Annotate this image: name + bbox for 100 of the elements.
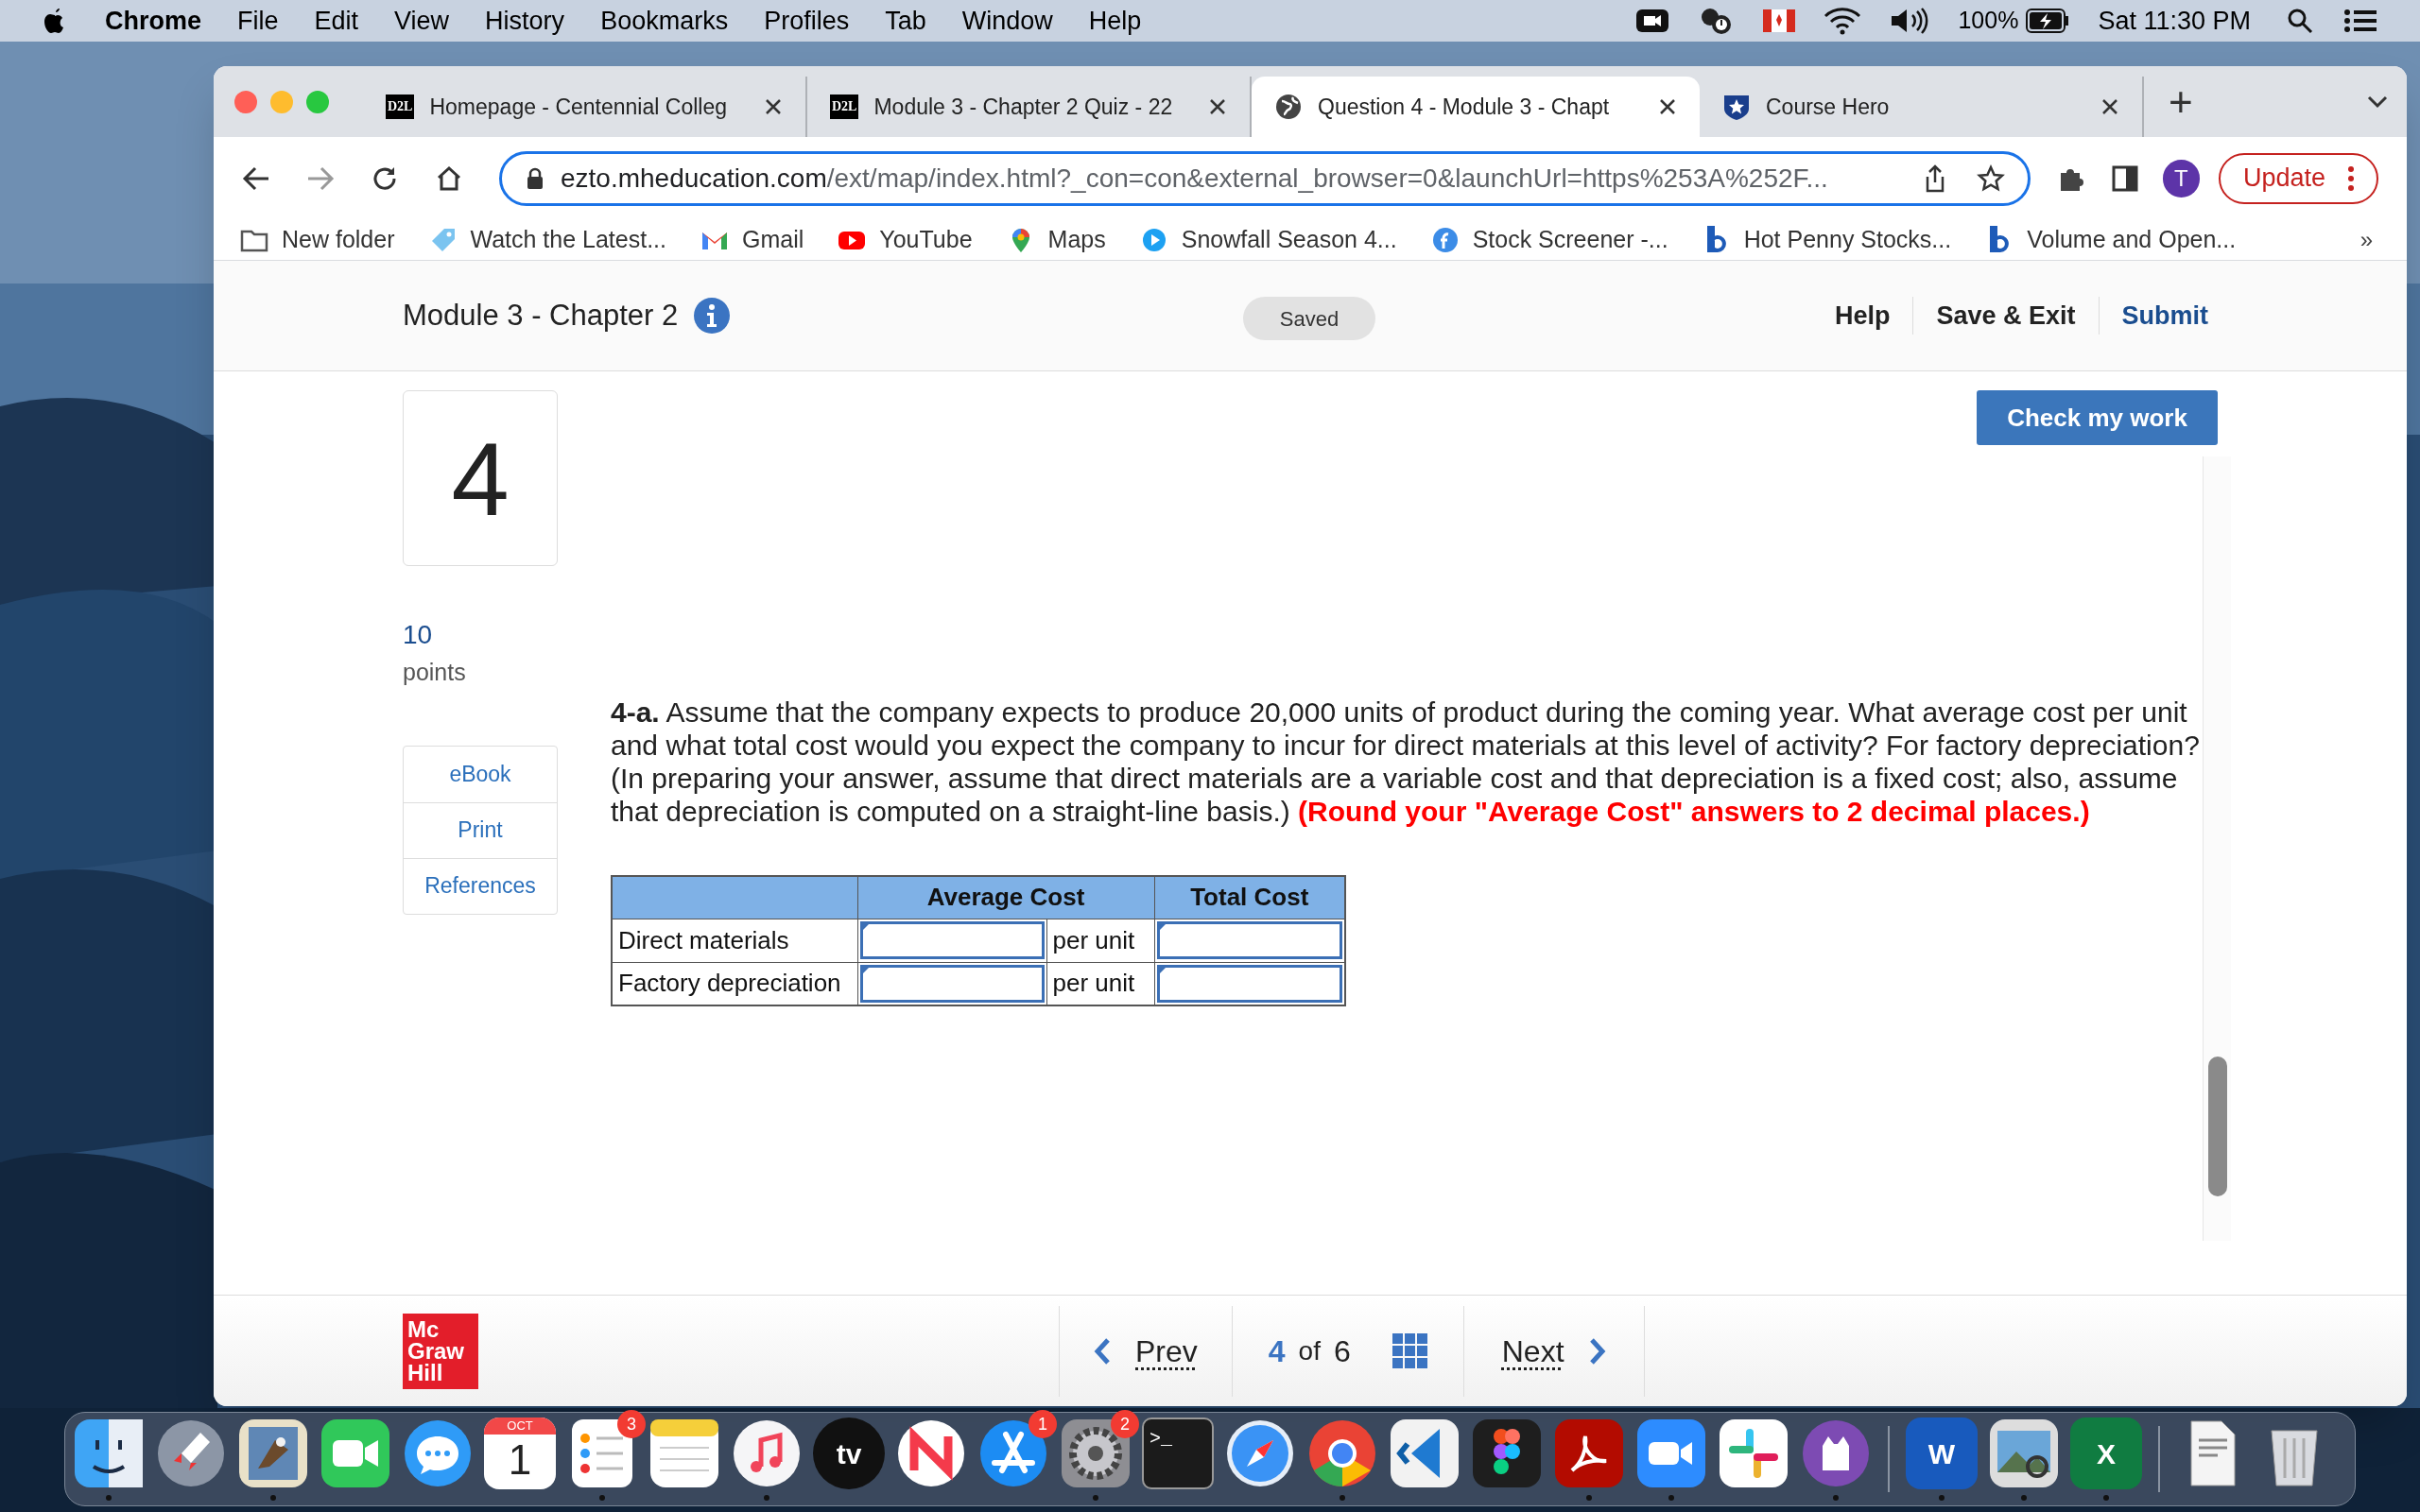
update-button[interactable]: Update (2218, 152, 2378, 204)
shield-star-icon (1722, 93, 1751, 121)
smiling-face-icon[interactable] (73, 1418, 145, 1489)
battery-charging-icon[interactable] (2026, 9, 2070, 33)
saved-status-pill: Saved (1243, 297, 1375, 340)
hash-icon[interactable] (1718, 1418, 1789, 1489)
calendar-app-icon[interactable]: OCT 1 (484, 1418, 556, 1489)
menu-item[interactable]: Profiles (764, 1, 850, 41)
scrollbar-thumb[interactable] (2208, 1057, 2227, 1196)
wifi-icon[interactable] (1824, 7, 1862, 35)
video-call-icon[interactable] (320, 1418, 391, 1489)
bookmark-item[interactable]: Maps (1006, 221, 1106, 258)
resource-link[interactable]: Print (404, 801, 557, 858)
resource-link[interactable]: eBook (404, 746, 557, 802)
bookmark-item[interactable]: Volume and Open... (1985, 221, 2237, 258)
resource-link[interactable]: References (404, 857, 557, 914)
home-icon[interactable] (435, 163, 463, 193)
bookmark-item[interactable]: Watch the Latest... (428, 221, 666, 258)
chevron-down-icon[interactable] (2367, 94, 2388, 109)
news-n-icon[interactable] (895, 1418, 967, 1489)
menu-item[interactable]: Help (1088, 1, 1142, 41)
corner-marker-icon (1157, 921, 1167, 932)
answer-input[interactable] (859, 921, 1045, 959)
battery-percentage: 100% (1958, 6, 2019, 36)
word-document-icon[interactable]: W (1906, 1418, 1978, 1489)
app-menu[interactable]: Chrome (105, 1, 201, 41)
menu-item[interactable]: Tab (885, 1, 926, 41)
side-panel-icon[interactable] (2111, 164, 2138, 192)
menu-item[interactable]: File (237, 1, 279, 41)
lock-icon (527, 166, 544, 190)
letter-a-icon[interactable] (977, 1418, 1049, 1489)
d2l-logo-icon: D2L (830, 94, 859, 119)
menu-item[interactable]: Edit (314, 1, 359, 41)
music-note-icon[interactable] (731, 1418, 803, 1489)
menu-item[interactable]: Bookmarks (600, 1, 729, 41)
header-link[interactable]: Save & Exit (1912, 296, 2099, 335)
answer-input[interactable] (1156, 921, 1342, 959)
shapes-icon[interactable] (1471, 1418, 1543, 1489)
next-button[interactable]: Next (1463, 1305, 1645, 1397)
corner-marker-icon (860, 921, 871, 932)
search-icon[interactable] (2287, 8, 2313, 34)
compass-icon[interactable] (1224, 1418, 1296, 1489)
previous-button[interactable]: Prev (1059, 1305, 1233, 1397)
publisher-logo: Mc Graw Hill (403, 1313, 478, 1389)
close-icon[interactable] (2100, 97, 2119, 116)
assignment-title: Module 3 - Chapter 2 (403, 297, 679, 334)
forward-arrow-icon[interactable] (306, 164, 335, 192)
address-bar[interactable]: ezto.mheducation.com/ext/map/index.html?_con=con&external_browser=0&launchUrl=https%253A%252F... (499, 150, 2031, 206)
tab-title: Homepage - Centennial Colleg (429, 93, 727, 121)
bookmark-item[interactable]: Hot Penny Stocks... (1702, 221, 1952, 258)
back-arrow-icon[interactable] (242, 164, 270, 192)
menu-item[interactable]: View (394, 1, 450, 41)
flag-icon[interactable] (1763, 9, 1796, 32)
close-icon[interactable] (764, 97, 783, 116)
menu-item[interactable]: Window (961, 1, 1053, 41)
video-camera-icon[interactable] (1635, 1418, 1707, 1489)
star-icon[interactable] (1976, 163, 2005, 193)
tv-app-icon[interactable]: tv (813, 1418, 885, 1489)
check-my-work-button[interactable]: Check my work (1977, 390, 2218, 445)
question-number: 4 (403, 390, 558, 566)
bookmark-item[interactable]: Gmail (700, 221, 804, 258)
bookmark-item[interactable]: YouTube (838, 221, 973, 258)
clock[interactable]: Sat 11:30 PM (2098, 1, 2251, 41)
control-center-icon[interactable] (2343, 8, 2377, 34)
bird-stamp-icon[interactable] (237, 1418, 309, 1489)
tricolor-circle-icon[interactable] (1306, 1418, 1378, 1489)
info-icon[interactable] (693, 297, 732, 335)
rocket-icon[interactable] (155, 1418, 227, 1489)
close-icon[interactable] (1658, 97, 1677, 116)
angle-bracket-icon[interactable] (1389, 1418, 1461, 1489)
corner-marker-icon (1157, 965, 1167, 975)
header-link[interactable]: Help (1811, 296, 1913, 335)
url-text: ezto.mheducation.com/ext/map/index.html?_con=con&external_browser=0&launchUrl=https%253A%252F... (561, 162, 1829, 195)
framed-photo-icon[interactable] (1988, 1418, 2060, 1489)
answer-input[interactable] (859, 964, 1045, 1003)
bookmark-item[interactable]: Snowfall Season 4... (1139, 221, 1397, 258)
answer-input[interactable] (1156, 964, 1342, 1003)
close-icon[interactable] (1208, 97, 1227, 116)
browser-tab[interactable]: Question 4 - Module 3 - Chapt (1252, 77, 1700, 137)
notepad-icon[interactable] (648, 1418, 720, 1489)
terminal-icon[interactable]: >_ (1142, 1418, 1214, 1489)
header-link[interactable]: Submit (2098, 296, 2231, 335)
tab-title: Module 3 - Chapter 2 Quiz - 22 (873, 93, 1173, 121)
document-swirl-icon[interactable] (1553, 1418, 1625, 1489)
video-camera-icon[interactable] (1636, 7, 1669, 35)
cat-silhouette-icon[interactable] (1800, 1418, 1872, 1489)
question-navigator[interactable]: 4 of 6 (1232, 1305, 1464, 1397)
profile-avatar[interactable]: T (2162, 159, 2200, 198)
globe-icon (1274, 93, 1303, 121)
menu-item[interactable]: History (485, 1, 565, 41)
spreadsheet-icon[interactable]: X (2070, 1418, 2142, 1489)
bookmark-item[interactable]: New folder (240, 221, 395, 258)
chevron-left-icon (1094, 1336, 1111, 1366)
bookmark-item[interactable]: Stock Screener -... (1430, 221, 1668, 258)
speech-bubble-icon[interactable] (402, 1418, 474, 1489)
new-tab-button[interactable]: + (2169, 80, 2193, 123)
more-bookmarks-button[interactable]: » (2360, 222, 2373, 257)
points-label: points (403, 658, 467, 687)
gear-icon[interactable] (1060, 1418, 1132, 1489)
question-text: 4-a. Assume that the company expects to produce 20,000 units of product during the coming year. What average cost per unit and what total cost would you expect the company to incur for direct materials at this level of activity? For factory depreciation? (In preparing your answer, assume that direct materials are a variable cost and that depreciation is a fixed cost; also, assume that depreciation is computed on a straight-line basis.) (Round your "Average Cost" answers to 2 decimal places.) (611, 696, 2201, 828)
